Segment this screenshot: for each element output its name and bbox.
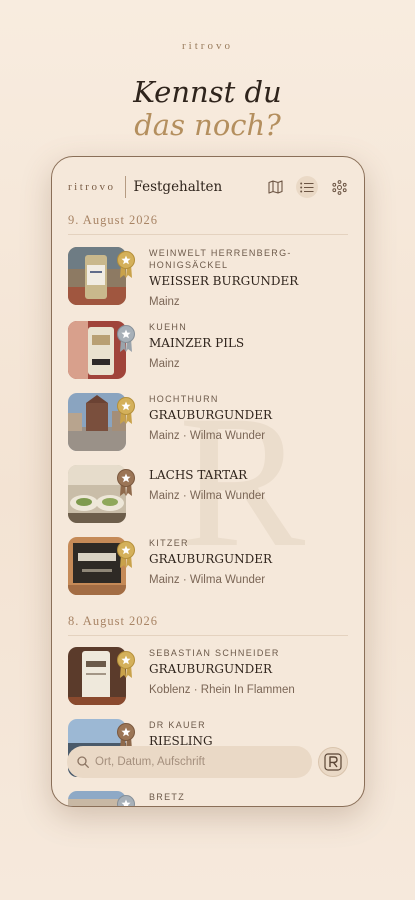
entry-meta: Mainz · Wilma Wunder <box>149 490 266 502</box>
entry-meta: Koblenz · Rhein In Flammen <box>149 684 295 696</box>
headline-line-2: das noch? <box>134 108 281 143</box>
entry-meta: Mainz · Wilma Wunder <box>149 430 266 442</box>
medal-bronze-icon <box>117 469 135 496</box>
wine-name: GRAUBURGUNDER <box>149 552 272 566</box>
list-item[interactable]: BRETZ <box>68 791 358 806</box>
list-icon[interactable] <box>296 176 318 198</box>
list-item[interactable]: LACHS TARTAR Mainz · Wilma Wunder <box>68 465 358 525</box>
network-icon[interactable] <box>328 176 350 198</box>
wine-name: GRAUBURGUNDER <box>149 662 272 676</box>
producer-label: KUEHN <box>149 322 188 332</box>
brand-top: ritrovo <box>182 40 233 52</box>
entry-meta: Mainz · Wilma Wunder <box>149 574 266 586</box>
producer-label: SEBASTIAN SCHNEIDER <box>149 648 280 658</box>
medal-gold-icon <box>117 651 135 678</box>
list-item[interactable]: KUEHN MAINZER PILS Mainz <box>68 321 358 381</box>
date-header: 9. August 2026 <box>68 213 348 235</box>
search-input[interactable] <box>95 756 295 768</box>
medal-silver-icon <box>117 325 135 352</box>
entry-meta: Mainz <box>149 358 180 370</box>
ritrovo-logo-button[interactable] <box>318 747 348 777</box>
medal-gold-icon <box>117 397 135 424</box>
phone-frame: R ritrovo Festgehalten 9. August 2026 WE… <box>51 156 365 807</box>
wine-name: WEISSER BURGUNDER <box>149 274 299 288</box>
medal-silver-icon <box>117 795 135 806</box>
ritrovo-r-icon <box>324 753 342 771</box>
medal-gold-icon <box>117 251 135 278</box>
headline: Kennst du das noch? <box>0 75 415 143</box>
map-icon[interactable] <box>264 176 286 198</box>
producer-label: HOCHTHURN <box>149 394 219 404</box>
producer-label: DR KAUER <box>149 720 206 730</box>
date-header: 8. August 2026 <box>68 614 348 636</box>
producer-label: KITZER <box>149 538 189 548</box>
producer-label: BRETZ <box>149 792 186 802</box>
list-item[interactable]: KITZER GRAUBURGUNDER Mainz · Wilma Wunde… <box>68 537 358 597</box>
wine-name: MAINZER PILS <box>149 336 245 350</box>
list-item[interactable]: SEBASTIAN SCHNEIDER GRAUBURGUNDER Koblen… <box>68 647 358 707</box>
medal-gold-icon <box>117 541 135 568</box>
producer-label: WEINWELT HERRENBERG- HONIGSÄCKEL <box>149 248 292 270</box>
wine-name: GRAUBURGUNDER <box>149 408 272 422</box>
list-item[interactable]: WEINWELT HERRENBERG- HONIGSÄCKEL WEISSER… <box>68 247 358 308</box>
entry-meta: Mainz <box>149 296 180 308</box>
headline-line-1: Kennst du <box>133 75 282 109</box>
wine-name: LACHS TARTAR <box>149 468 248 482</box>
search-bar[interactable] <box>67 746 312 778</box>
app-header: ritrovo Festgehalten <box>68 175 350 199</box>
app-logo: ritrovo <box>68 181 116 193</box>
search-icon <box>77 756 89 768</box>
list-item[interactable]: HOCHTHURN GRAUBURGUNDER Mainz · Wilma Wu… <box>68 393 358 453</box>
header-divider <box>125 176 127 198</box>
app-title: Festgehalten <box>133 179 223 195</box>
